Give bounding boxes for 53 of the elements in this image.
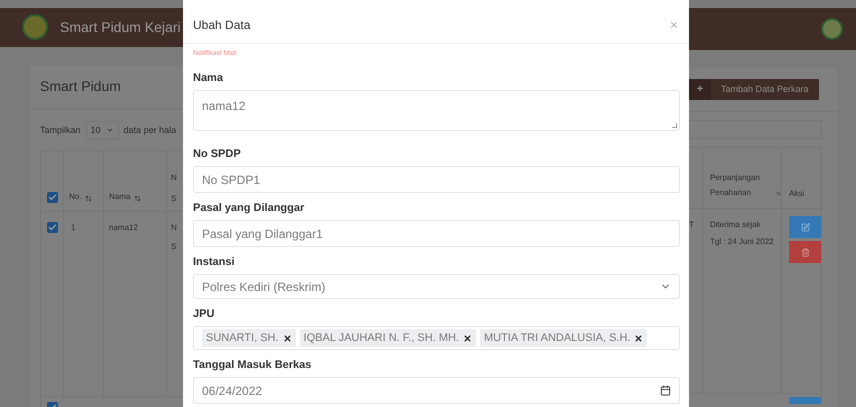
table-cell: S	[171, 241, 177, 253]
show-label: Tampilkan	[40, 124, 81, 137]
select-field[interactable]: Polres Kediri (Reskrim)	[193, 274, 680, 299]
emblem-icon	[821, 18, 843, 40]
edit-button[interactable]	[789, 216, 821, 238]
column-header[interactable]: S	[171, 193, 177, 205]
delete-button[interactable]	[789, 241, 821, 263]
table-cell-text: Diterima sejak	[710, 219, 762, 231]
field-label: JPU	[193, 308, 216, 320]
search-field[interactable]	[689, 120, 822, 139]
field-label: Nama	[193, 72, 224, 84]
app-title: Smart Pidum Kejari	[60, 18, 181, 37]
table-cell: T	[689, 220, 694, 229]
table-cell: 1	[71, 223, 76, 232]
remove-icon[interactable]	[462, 334, 472, 342]
edit-icon	[800, 222, 810, 232]
dialog-title: Ubah Data	[193, 16, 250, 34]
column-header[interactable]: No.	[69, 191, 82, 203]
field-label: Tanggal Masuk Berkas	[193, 359, 312, 371]
table-cell-text: Tgl : 24 Juni 2022	[710, 236, 775, 248]
remove-icon[interactable]	[634, 334, 644, 342]
per-page-label: data per hala	[124, 124, 176, 137]
remove-icon[interactable]	[282, 334, 292, 342]
text-input[interactable]: No SPDP1	[193, 166, 680, 193]
emblem-icon	[22, 14, 48, 40]
table-cell: nama12	[109, 223, 138, 232]
tag-chip: SUNARTI, SH.	[202, 328, 296, 348]
column-header[interactable]: Perpanjangan Penahanan	[710, 170, 774, 200]
tag-input[interactable]: SUNARTI, SH. IQBAL JAUHARI N. F., SH. MH. MUTIA TRI ANDALUSIA, S.H.	[193, 326, 680, 350]
trash-icon	[800, 248, 810, 256]
add-case-button[interactable]: + Tambah Data Perkara	[689, 79, 819, 100]
date-input[interactable]: 06/24/2022	[193, 377, 680, 404]
tag-chip: MUTIA TRI ANDALUSIA, S.H.	[480, 328, 648, 348]
page-size-select[interactable]: 10	[86, 120, 119, 140]
column-header[interactable]: N	[171, 172, 177, 184]
resize-handle-icon	[672, 123, 677, 128]
field-label: Pasal yang Dilanggar	[193, 202, 306, 214]
checkbox[interactable]	[46, 222, 58, 233]
sort-icon[interactable]	[776, 190, 781, 197]
table-cell: N	[171, 222, 177, 234]
calendar-icon	[660, 385, 671, 396]
text-input[interactable]: Pasal yang Dilanggar1	[193, 220, 680, 247]
card-title: Smart Pidum	[40, 76, 121, 96]
tag-chip: IQBAL JAUHARI N. F., SH. MH.	[300, 328, 476, 348]
sort-icon[interactable]	[134, 195, 142, 202]
field-label: No SPDP	[193, 148, 242, 160]
name-textarea[interactable]: nama12	[193, 90, 680, 131]
sort-icon[interactable]	[85, 195, 92, 202]
column-header[interactable]: Nama	[109, 191, 130, 203]
field-label: Instansi	[193, 256, 236, 268]
close-icon[interactable]	[669, 20, 679, 30]
column-header[interactable]: Aksi	[789, 188, 804, 200]
checkbox[interactable]	[46, 192, 58, 203]
